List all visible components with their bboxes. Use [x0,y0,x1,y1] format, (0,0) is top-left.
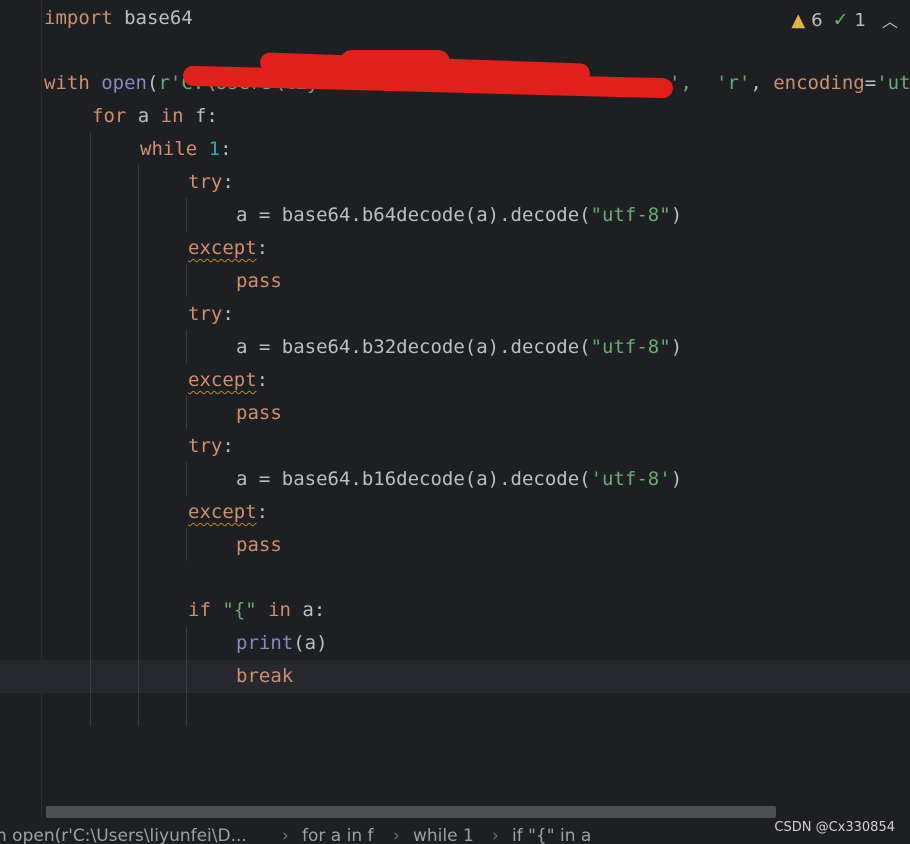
keyword: except [188,237,257,259]
keyword: if [188,599,211,621]
code-text: ) [670,336,683,358]
keyword: except [188,501,257,523]
indent-guide [186,528,187,561]
indent-guide [186,627,187,726]
string-literal: "{" [210,599,269,621]
keyword: pass [236,534,282,556]
breadcrumb-item-if[interactable]: if "{" in a [512,826,591,844]
keyword-arg: encoding [773,72,865,94]
code-text: : [256,369,269,391]
code-line-14[interactable]: try: [188,430,234,463]
code-line-15[interactable]: a = base64.b16decode(a).decode('utf-8') [236,463,682,496]
chevron-right-icon: › [282,826,289,844]
code-text: : [222,303,234,325]
indent-guide [186,198,187,231]
redaction-mark [340,50,450,74]
breadcrumb-item-while[interactable]: while 1 [413,826,474,844]
code-line-19[interactable]: if "{" in a: [188,594,325,627]
indent-guide [186,396,187,429]
breadcrumb-item-with[interactable]: h open(r'C:\Users\liyunfei\D... [0,826,247,844]
keyword: import [44,7,113,29]
keyword: pass [236,270,282,292]
code-text: : [256,237,269,259]
code-text: : [222,171,234,193]
number-literal: 1 [208,138,221,160]
breadcrumb-item-for[interactable]: for a in f [302,826,374,844]
code-text: f: [183,105,218,127]
code-line-7[interactable]: a = base64.b64decode(a).decode("utf-8") [236,199,682,232]
code-line-5[interactable]: while 1: [140,133,232,166]
watermark-text: CSDN @Cx330854 [774,820,895,835]
keyword: except [188,369,257,391]
code-text: , [750,72,774,94]
string-literal: "utf-8" [590,204,671,226]
string-literal: 'r' [716,72,751,94]
warning-count[interactable]: 6 [811,10,822,31]
keyword: for [92,105,127,127]
keyword: pass [236,402,282,424]
code-text: ( [146,72,159,94]
line-gutter [0,0,41,818]
code-text: a: [290,599,326,621]
string-literal: 'utf-8' [590,468,671,490]
builtin-call: print [236,632,294,654]
indent-guide [186,330,187,363]
code-text: (a) [293,632,328,654]
warning-icon[interactable]: ▲ [791,10,805,31]
code-text: = [864,72,877,94]
indent-guide [90,132,91,726]
indent-guide [186,462,187,495]
horizontal-scrollbar[interactable] [46,806,776,818]
code-line-6[interactable]: try: [188,166,234,199]
code-text: a = base64.b32decode(a).decode( [236,336,591,358]
code-line-20[interactable]: print(a) [236,627,328,660]
builtin-call: open [101,72,147,94]
code-text: base64 [112,7,193,29]
code-text: ) [670,204,683,226]
keyword: in [268,599,291,621]
code-line-17[interactable]: pass [236,529,282,562]
keyword: while [140,138,198,160]
string-literal: 'ut [876,72,910,94]
code-line-16[interactable]: except: [188,496,268,529]
indent-guide [138,165,139,726]
code-line-9[interactable]: pass [236,265,282,298]
code-line-11[interactable]: a = base64.b32decode(a).decode("utf-8") [236,331,682,364]
code-text: a = base64.b64decode(a).decode( [236,204,591,226]
keyword: in [160,105,184,127]
code-line-10[interactable]: try: [188,298,234,331]
keyword: try [188,435,223,457]
code-text: ) [670,468,683,490]
code-text: a = base64.b16decode(a).decode( [236,468,591,490]
code-line-1[interactable]: import base64 [44,2,193,35]
keyword: try [188,171,223,193]
code-line-21[interactable]: break [236,660,293,693]
string-literal: ', [669,72,704,94]
code-text: : [256,501,269,523]
code-line-8[interactable]: except: [188,232,268,265]
code-text: a [126,105,161,127]
keyword: with [44,72,90,94]
code-text: : [220,138,232,160]
keyword: try [188,303,223,325]
chevron-right-icon: › [492,826,499,844]
indent-guide [186,264,187,297]
current-line-highlight [0,660,910,693]
code-line-12[interactable]: except: [188,364,268,397]
code-text: : [222,435,234,457]
check-count[interactable]: 1 [855,10,866,31]
code-line-4[interactable]: for a in f: [92,100,218,133]
chevron-right-icon: › [393,826,400,844]
keyword: break [236,665,294,687]
chevron-up-icon[interactable]: ︿ [882,8,898,32]
typo-check-icon[interactable]: ✓ [833,9,849,31]
string-literal: "utf-8" [590,336,671,358]
inspections-widget[interactable]: ▲ 6 ✓ 1 ︿ [791,8,898,32]
code-line-13[interactable]: pass [236,397,282,430]
